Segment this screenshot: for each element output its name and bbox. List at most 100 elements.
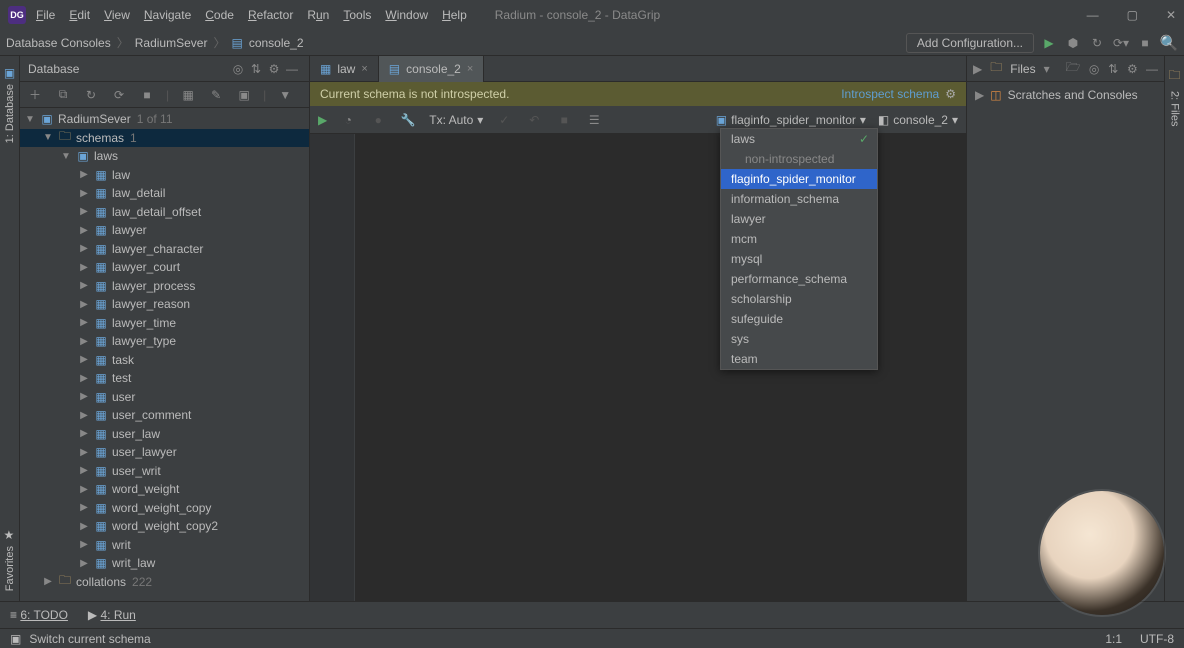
tree-node[interactable]: ▶▦lawyer_character [20, 240, 309, 259]
tree-node[interactable]: ▼▣RadiumSever1 of 11 [20, 110, 309, 129]
sync-icon[interactable]: ⟳ [110, 86, 128, 104]
add-configuration-button[interactable]: Add Configuration... [906, 33, 1034, 53]
tree-node[interactable]: ▶▦lawyer_time [20, 314, 309, 333]
rollback-icon[interactable]: ↶ [525, 111, 543, 129]
tree-node[interactable]: ▶▦user [20, 388, 309, 407]
close-button[interactable]: ✕ [1166, 8, 1176, 22]
schema-selector[interactable]: ▣ flaginfo_spider_monitor ▾ [716, 113, 866, 127]
menu-edit[interactable]: Edit [69, 8, 90, 22]
scratches-label[interactable]: Scratches and Consoles [1008, 88, 1138, 102]
run-tool-button[interactable]: ▶ 4: Run [88, 608, 136, 622]
popup-item[interactable]: sys [721, 329, 877, 349]
stop-icon[interactable]: ■ [138, 86, 156, 104]
tree-node[interactable]: ▶▦word_weight_copy2 [20, 517, 309, 536]
expand-icon[interactable]: ▶ [78, 225, 90, 236]
close-icon[interactable]: × [467, 63, 473, 75]
run-icon[interactable]: ▶ [1040, 34, 1058, 52]
popup-item[interactable]: mcm [721, 229, 877, 249]
hide-icon[interactable]: — [283, 60, 301, 78]
commit-icon[interactable]: ✓ [495, 111, 513, 129]
tree-node[interactable]: ▶▦lawyer_court [20, 258, 309, 277]
gear-icon[interactable]: ⚙ [1127, 60, 1138, 78]
breadcrumb-item[interactable]: Database Consoles [6, 36, 111, 50]
schema-popup[interactable]: lawsnon-introspectedflaginfo_spider_moni… [720, 128, 878, 370]
tree-node[interactable]: ▶▦writ_law [20, 554, 309, 573]
layout-icon[interactable]: ☰ [585, 111, 603, 129]
tree-node[interactable]: ▶▦user_writ [20, 462, 309, 481]
hide-icon[interactable]: — [1146, 60, 1158, 78]
menu-file[interactable]: File [36, 8, 55, 22]
tree-node[interactable]: ▶▦lawyer_reason [20, 295, 309, 314]
filter-icon[interactable]: ▼ [276, 86, 294, 104]
wrench-icon[interactable]: 🔧 [399, 111, 417, 129]
tree-node[interactable]: ▼🗀schemas1 [20, 129, 309, 148]
todo-button[interactable]: ≡ 6: TODO [10, 608, 68, 622]
gear-icon[interactable]: ⚙ [945, 87, 956, 101]
star-icon[interactable]: ★ [4, 528, 15, 542]
tree-node[interactable]: ▶▦law [20, 166, 309, 185]
popup-item[interactable]: mysql [721, 249, 877, 269]
expand-icon[interactable]: ▶ [78, 502, 90, 513]
expand-icon[interactable]: ▼ [42, 132, 54, 143]
update-icon[interactable]: ⟳▾ [1112, 34, 1130, 52]
expand-icon[interactable]: ▶ [42, 576, 54, 587]
menu-run[interactable]: Run [307, 8, 329, 22]
files-tool-label[interactable]: 2: Files [1169, 91, 1181, 126]
edit-icon[interactable]: ✎ [207, 86, 225, 104]
expand-icon[interactable]: ▶ [78, 299, 90, 310]
expand-icon[interactable]: ▶ [78, 391, 90, 402]
expand-icon[interactable]: ▶ [78, 558, 90, 569]
popup-item[interactable]: lawyer [721, 209, 877, 229]
console-icon[interactable]: ▣ [235, 86, 253, 104]
expand-icon[interactable]: ▶ [78, 521, 90, 532]
favorites-tool-label[interactable]: Favorites [4, 546, 16, 591]
tree-node[interactable]: ▶▦law_detail_offset [20, 203, 309, 222]
target-icon[interactable]: ◎ [1089, 60, 1100, 78]
popup-item[interactable]: laws [721, 129, 877, 149]
tree-node[interactable]: ▶▦word_weight [20, 480, 309, 499]
expand-icon[interactable]: ▶ [78, 447, 90, 458]
tree-node[interactable]: ▶🗀collations222 [20, 573, 309, 592]
close-icon[interactable]: × [361, 63, 367, 75]
table-icon[interactable]: ▦ [179, 86, 197, 104]
circle-icon[interactable]: ● [369, 111, 387, 129]
expand-icon[interactable]: ▶ [78, 354, 90, 365]
expand-icon[interactable]: ▶ [78, 539, 90, 550]
expand-icon[interactable]: ▶ [78, 484, 90, 495]
menu-tools[interactable]: Tools [343, 8, 371, 22]
tree-node[interactable]: ▶▦writ [20, 536, 309, 555]
tree-node[interactable]: ▶▦user_lawyer [20, 443, 309, 462]
search-icon[interactable]: 🔍 [1160, 34, 1178, 52]
files-tool-icon[interactable]: 🗀 [1168, 66, 1180, 87]
copy-icon[interactable]: ⧉ [54, 86, 72, 104]
encoding[interactable]: UTF-8 [1140, 632, 1174, 646]
expand-icon[interactable]: ▶ [78, 262, 90, 273]
popup-item[interactable]: flaginfo_spider_monitor [721, 169, 877, 189]
run-icon[interactable]: ▶ [318, 113, 327, 127]
expand-icon[interactable]: ▶ [78, 465, 90, 476]
event-log-icon[interactable]: ▣ [10, 632, 21, 646]
expand-icon[interactable]: ▶ [78, 428, 90, 439]
menu-code[interactable]: Code [205, 8, 234, 22]
popup-item[interactable]: team [721, 349, 877, 369]
tree-node[interactable]: ▼▣laws [20, 147, 309, 166]
menu-refactor[interactable]: Refactor [248, 8, 293, 22]
expand-icon[interactable]: ▶ [78, 169, 90, 180]
tx-mode-dropdown[interactable]: Tx: Auto ▾ [429, 113, 483, 127]
target-icon[interactable]: ◎ [229, 60, 247, 78]
sort-icon[interactable]: ⇅ [247, 60, 265, 78]
expand-icon[interactable]: ▶ [78, 410, 90, 421]
menu-navigate[interactable]: Navigate [144, 8, 191, 22]
tree-node[interactable]: ▶▦word_weight_copy [20, 499, 309, 518]
tab-law[interactable]: ▦ law × [310, 56, 379, 82]
console-selector[interactable]: ◧ console_2 ▾ [878, 113, 958, 127]
breadcrumb-item[interactable]: console_2 [249, 36, 304, 50]
popup-item[interactable]: sufeguide [721, 309, 877, 329]
expand-icon[interactable]: ▶ [78, 206, 90, 217]
tree-node[interactable]: ▶▦lawyer [20, 221, 309, 240]
expand-icon[interactable]: ▶ [78, 188, 90, 199]
minimize-button[interactable]: — [1087, 8, 1099, 22]
breadcrumb-item[interactable]: RadiumSever [135, 36, 208, 50]
debug-icon[interactable]: ⬢ [1064, 34, 1082, 52]
expand-icon[interactable]: ▼ [24, 114, 36, 125]
